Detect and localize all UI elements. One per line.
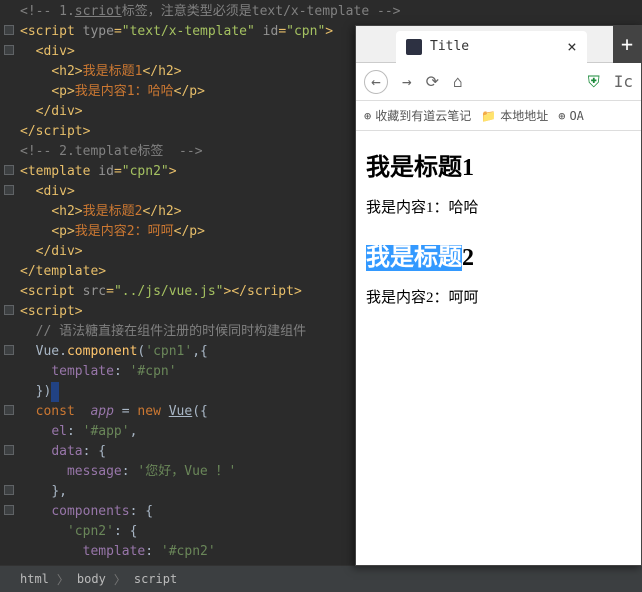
paragraph-1: 我是内容1：哈哈 — [366, 196, 631, 217]
code-line: </template> — [20, 262, 355, 282]
code-line: data: { — [20, 442, 355, 462]
forward-button[interactable]: → — [402, 72, 412, 91]
fold-marker[interactable] — [4, 185, 14, 195]
breadcrumb-item[interactable]: body — [77, 572, 106, 586]
folder-icon: 📁 — [481, 109, 496, 123]
code-line: <h2>我是标题2</h2> — [20, 202, 355, 222]
code-line: template: '#cpn' — [20, 362, 355, 382]
new-tab-button[interactable]: + — [613, 26, 641, 63]
code-line: </div> — [20, 242, 355, 262]
browser-titlebar: Title × + — [356, 26, 641, 63]
code-line: Vue.component('cpn1',{ — [20, 342, 355, 362]
browser-tab[interactable]: Title × — [396, 31, 587, 63]
code-line: <p>我是内容1：哈哈</p> — [20, 82, 355, 102]
code-line: <template id="cpn2"> — [20, 162, 355, 182]
code-line: }, — [20, 482, 355, 502]
code-line: <div> — [20, 42, 355, 62]
home-button[interactable]: ⌂ — [453, 72, 463, 91]
fold-marker[interactable] — [4, 505, 14, 515]
paragraph-2: 我是内容2：呵呵 — [366, 286, 631, 307]
chevron-right-icon: 〉 — [57, 571, 69, 588]
browser-nav: ← → ⟳ ⌂ ⛨ Ic — [356, 63, 641, 101]
code-line: <script src="../js/vue.js"></script> — [20, 282, 355, 302]
code-line: </script> — [20, 122, 355, 142]
code-line: }) — [20, 382, 355, 402]
bookmarks-bar: ⊕收藏到有道云笔记 📁本地地址 ⊕OA — [356, 101, 641, 131]
code-line: <p>我是内容2：呵呵</p> — [20, 222, 355, 242]
heading-2: 我是标题2 — [366, 237, 631, 272]
bookmark-icon[interactable]: Ic — [614, 72, 633, 91]
code-line: <!-- 1.scriot标签，注意类型必须是text/x-template -… — [20, 2, 355, 22]
reload-button[interactable]: ⟳ — [426, 72, 439, 91]
bookmark-item[interactable]: ⊕OA — [558, 109, 584, 123]
code-line: <h2>我是标题1</h2> — [20, 62, 355, 82]
code-line: </div> — [20, 102, 355, 122]
back-button[interactable]: ← — [364, 70, 388, 94]
code-line: <!-- 2.template标签 --> — [20, 142, 355, 162]
fold-gutter — [0, 0, 18, 560]
browser-window: Title × + ← → ⟳ ⌂ ⛨ Ic ⊕收藏到有道云笔记 📁本地地址 ⊕… — [355, 25, 642, 566]
fold-marker[interactable] — [4, 445, 14, 455]
code-editor[interactable]: <!-- 1.scriot标签，注意类型必须是text/x-template -… — [0, 0, 355, 560]
chevron-right-icon: 〉 — [114, 571, 126, 588]
fold-marker[interactable] — [4, 345, 14, 355]
breadcrumb-item[interactable]: html — [20, 572, 49, 586]
code-line: components: { — [20, 502, 355, 522]
code-line: 'cpn2': { — [20, 522, 355, 542]
favicon-icon — [406, 39, 422, 55]
close-tab-icon[interactable]: × — [567, 37, 577, 56]
heading-1: 我是标题1 — [366, 147, 631, 182]
fold-marker[interactable] — [4, 405, 14, 415]
breadcrumb-item[interactable]: script — [134, 572, 177, 586]
fold-marker[interactable] — [4, 485, 14, 495]
breadcrumb: html 〉 body 〉 script — [0, 565, 642, 592]
tab-title: Title — [430, 39, 469, 54]
code-line: // 语法糖直接在组件注册的时候同时构建组件 — [20, 322, 355, 342]
code-line: const app = new Vue({ — [20, 402, 355, 422]
shield-icon[interactable]: ⛨ — [588, 72, 600, 92]
fold-marker[interactable] — [4, 45, 14, 55]
globe-icon: ⊕ — [364, 109, 371, 123]
fold-marker[interactable] — [4, 165, 14, 175]
code-line: <script type="text/x-template" id="cpn"> — [20, 22, 355, 42]
fold-marker[interactable] — [4, 305, 14, 315]
bookmark-item[interactable]: 📁本地地址 — [481, 107, 548, 124]
globe-icon: ⊕ — [558, 109, 565, 123]
code-line: <div> — [20, 182, 355, 202]
page-content: 我是标题1 我是内容1：哈哈 我是标题2 我是内容2：呵呵 — [356, 131, 641, 343]
code-line: el: '#app', — [20, 422, 355, 442]
code-line: template: '#cpn2' — [20, 542, 355, 562]
code-line: <script> — [20, 302, 355, 322]
code-line: message: '您好，Vue ！' — [20, 462, 355, 482]
bookmark-item[interactable]: ⊕收藏到有道云笔记 — [364, 107, 471, 124]
fold-marker[interactable] — [4, 25, 14, 35]
